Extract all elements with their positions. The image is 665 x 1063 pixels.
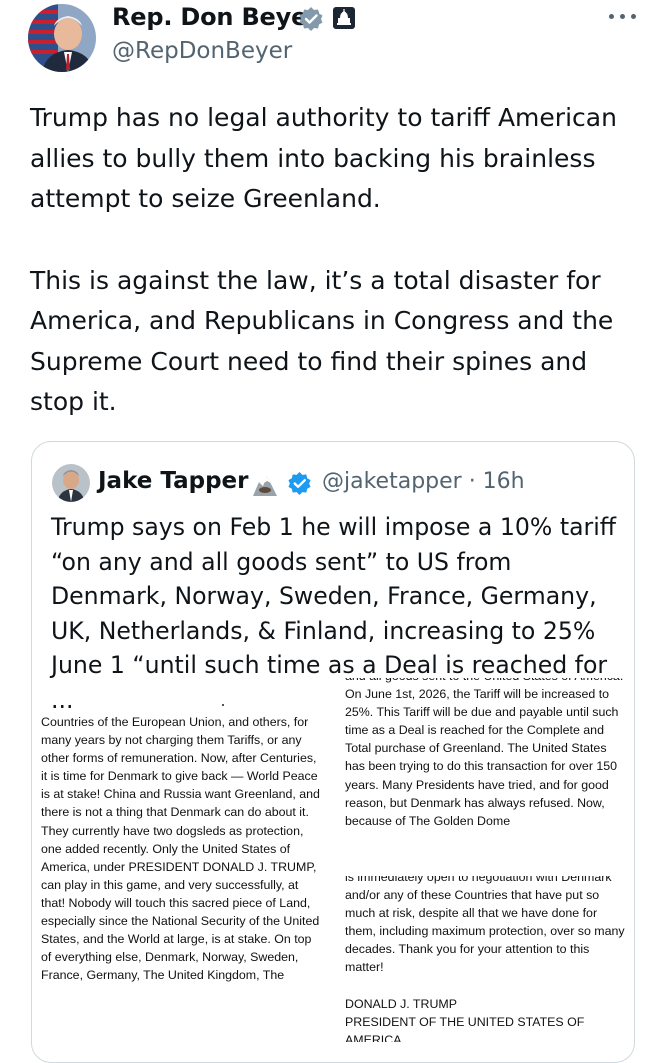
document-right-bottom-text: is immediately open to negotiation with … xyxy=(345,876,625,975)
eagle-icon xyxy=(253,476,277,496)
avatar-photo-icon xyxy=(28,4,96,72)
quoted-tweet-card[interactable]: Jake Tapper @jaketapper · 16h Trump says… xyxy=(31,441,635,1063)
quoted-author-display-name[interactable]: Jake Tapper xyxy=(98,468,248,494)
author-avatar[interactable] xyxy=(28,4,96,72)
document-signature-title: PRESIDENT OF THE UNITED STATES OF AMERIC… xyxy=(345,1014,585,1042)
author-display-name[interactable]: Rep. Don Beyer xyxy=(112,3,319,31)
tweet-header: Rep. Don Beyer @RepDonBeyer xyxy=(0,0,665,80)
quoted-handle-and-time[interactable]: @jaketapper · 16h xyxy=(322,469,525,494)
document-image-right[interactable]: and all goods sent to the United States … xyxy=(337,678,627,1042)
document-image-left[interactable]: Countries of the European Union, and oth… xyxy=(39,704,325,1044)
tweet-paragraph: Trump has no legal authority to tariff A… xyxy=(30,103,617,213)
more-options-icon[interactable] xyxy=(607,6,639,26)
tweet-paragraph: This is against the law, it’s a total di… xyxy=(30,265,614,417)
us-government-capitol-icon xyxy=(333,7,355,29)
document-left-text: Countries of the European Union, and oth… xyxy=(41,715,320,983)
document-signature: DONALD J. TRUMP xyxy=(345,996,457,1011)
verified-badge-icon xyxy=(288,471,311,496)
document-right-top-text: and all goods sent to the United States … xyxy=(345,678,623,828)
avatar-photo-icon xyxy=(52,464,90,502)
verified-badge-icon xyxy=(299,7,323,31)
author-handle[interactable]: @RepDonBeyer xyxy=(112,38,292,64)
tweet-body: Trump has no legal authority to tariff A… xyxy=(30,98,640,423)
quoted-author-avatar[interactable] xyxy=(52,464,90,502)
